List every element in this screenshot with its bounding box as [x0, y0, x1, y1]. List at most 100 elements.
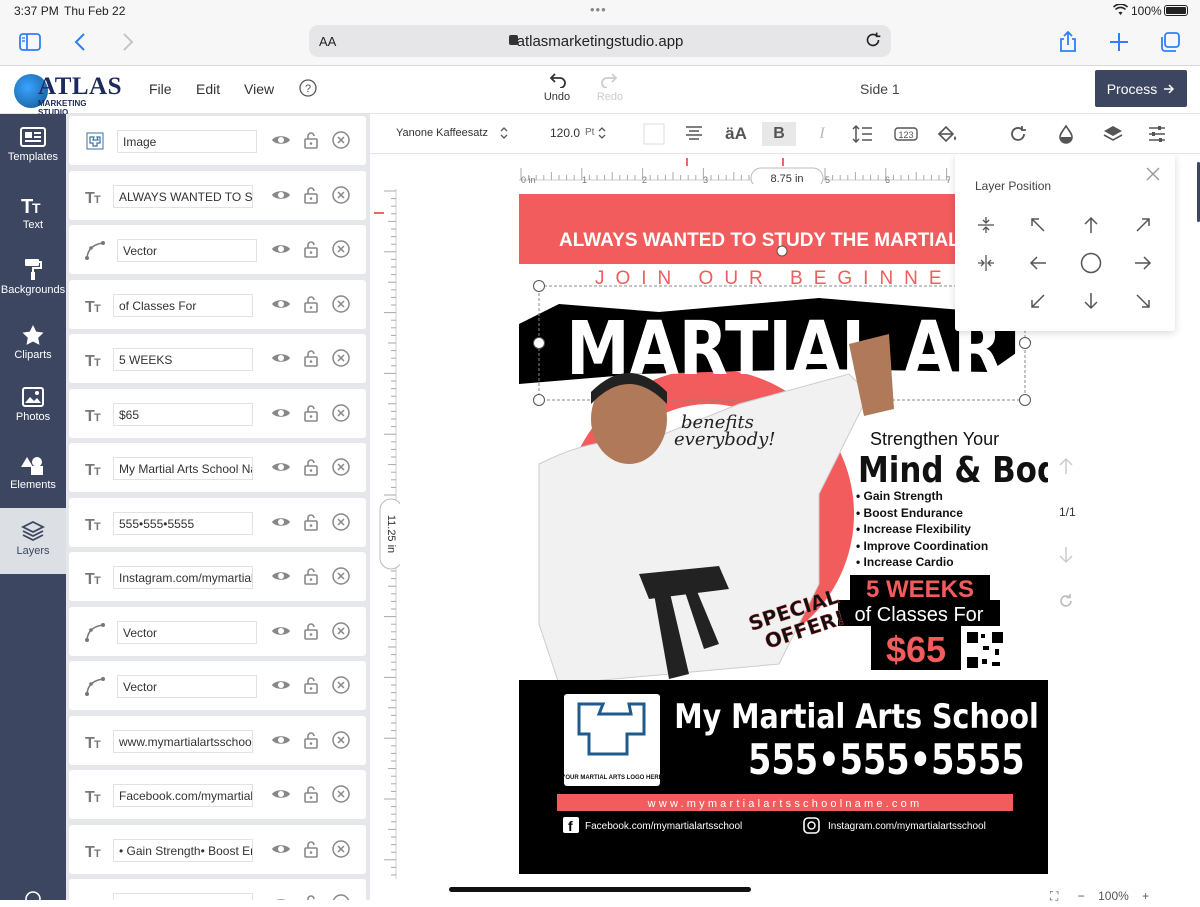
resize-handle[interactable] — [533, 394, 545, 406]
layer-row[interactable]: TT Facebook.com/mymartialartsschool — [69, 770, 366, 819]
visibility-eye-icon[interactable] — [271, 621, 291, 641]
visibility-eye-icon[interactable] — [271, 893, 291, 900]
lock-icon[interactable] — [301, 621, 321, 641]
sidebar-toggle-icon[interactable] — [18, 30, 42, 54]
join-text[interactable]: JOIN OUR BEGINNE — [595, 268, 953, 289]
resize-handle[interactable] — [533, 337, 545, 349]
resize-handle[interactable] — [1019, 394, 1031, 406]
arrow-down-left-icon[interactable] — [1024, 287, 1052, 315]
visibility-eye-icon[interactable] — [271, 130, 291, 150]
sidebar-item-layers[interactable]: Layers — [0, 508, 66, 574]
layer-row[interactable]: TT — [69, 879, 366, 900]
zoom-out-icon[interactable]: − — [1078, 889, 1085, 903]
lock-icon[interactable] — [301, 403, 321, 423]
home-indicator[interactable] — [449, 887, 751, 892]
help-icon[interactable]: ? — [299, 79, 317, 97]
back-icon[interactable] — [69, 30, 93, 54]
lock-icon[interactable] — [301, 457, 321, 477]
align-center-icon[interactable] — [682, 122, 706, 146]
font-family-select[interactable]: Yanone Kaffeesatz — [396, 127, 488, 139]
layer-row[interactable]: TT• Gain Strength• Boost Endurance — [69, 824, 366, 874]
arrow-left-icon[interactable] — [1024, 249, 1052, 277]
layer-name-input[interactable]: 555•555•5555 — [113, 511, 253, 535]
layer-order-icon[interactable] — [1101, 122, 1125, 146]
visibility-eye-icon[interactable] — [271, 512, 291, 532]
layer-name-input[interactable]: of Classes For — [113, 293, 253, 317]
layer-name-input[interactable]: $65 — [113, 402, 253, 426]
menu-edit[interactable]: Edit — [196, 81, 220, 97]
layer-row[interactable]: Vector — [69, 661, 366, 710]
lock-icon[interactable] — [301, 239, 321, 259]
delete-circle-x-icon[interactable] — [331, 675, 351, 695]
website-text[interactable]: www.mymartialartsschoolname.com — [647, 798, 923, 810]
lock-icon[interactable] — [301, 784, 321, 804]
arrow-up-right-icon[interactable] — [1129, 211, 1157, 239]
center-horizontal-icon[interactable] — [972, 249, 1000, 277]
delete-circle-x-icon[interactable] — [331, 239, 351, 259]
bullet-item[interactable]: • Boost Endurance — [856, 506, 963, 520]
price-text[interactable]: $65 — [886, 629, 946, 670]
layer-row[interactable]: TT 5 WEEKS — [69, 334, 366, 383]
banner-text[interactable]: ALWAYS WANTED TO STUDY THE MARTIAL A — [559, 230, 978, 251]
layer-row[interactable]: T T 555•555•5555 — [69, 497, 366, 547]
school-name-text[interactable]: My Martial Arts School Name — [674, 698, 1048, 737]
layer-name-input[interactable]: Vector — [117, 239, 257, 262]
layer-name-input[interactable]: 5 WEEKS — [113, 348, 253, 371]
arrow-up-left-icon[interactable] — [1024, 211, 1052, 239]
side-label[interactable]: Side 1 — [860, 81, 900, 97]
visibility-eye-icon[interactable] — [271, 784, 291, 804]
letter-spacing-icon[interactable]: 123 — [894, 122, 918, 146]
page-up-icon[interactable] — [1058, 457, 1074, 475]
lock-icon[interactable] — [301, 185, 321, 205]
delete-circle-x-icon[interactable] — [331, 566, 351, 586]
rotate-icon[interactable] — [1006, 122, 1030, 146]
fit-screen-icon[interactable]: ⛶ — [1050, 889, 1058, 903]
reload-icon[interactable] — [862, 29, 886, 53]
layer-name-input[interactable]: Vector — [117, 675, 257, 698]
sidebar-item-photos[interactable]: Photos — [0, 386, 66, 436]
strengthen-text[interactable]: Strengthen Your — [870, 429, 999, 449]
layer-row[interactable]: TT Instagram.com/mymartialartsschool — [69, 552, 366, 601]
bold-icon[interactable]: B — [762, 122, 796, 146]
multitask-dots-icon[interactable]: ••• — [590, 2, 607, 17]
zoom-controls[interactable]: ⛶ − 100% + — [1050, 889, 1149, 904]
delete-circle-x-icon[interactable] — [331, 130, 351, 150]
delete-circle-x-icon[interactable] — [331, 730, 351, 750]
undo-button[interactable]: Undo — [532, 72, 582, 103]
arrow-down-right-icon[interactable] — [1129, 287, 1157, 315]
redo-button[interactable]: Redo — [588, 72, 632, 103]
delete-circle-x-icon[interactable] — [331, 348, 351, 368]
sidebar-item-backgrounds[interactable]: Backgrounds — [0, 257, 66, 307]
layer-row[interactable]: T Tof Classes For — [69, 279, 366, 329]
lock-icon[interactable] — [301, 730, 321, 750]
lock-icon[interactable] — [301, 893, 321, 900]
visibility-eye-icon[interactable] — [271, 566, 291, 586]
zoom-in-icon[interactable]: + — [1142, 889, 1149, 903]
delete-circle-x-icon[interactable] — [331, 185, 351, 205]
address-bar[interactable]: AA atlasmarketingstudio.app — [309, 25, 891, 57]
bullet-item[interactable]: • Gain Strength — [856, 489, 943, 503]
delete-circle-x-icon[interactable] — [331, 294, 351, 314]
center-vertical-icon[interactable] — [972, 211, 1000, 239]
delete-circle-x-icon[interactable] — [331, 403, 351, 423]
delete-circle-x-icon[interactable] — [331, 621, 351, 641]
weeks-text[interactable]: 5 WEEKS — [866, 576, 974, 603]
forward-icon[interactable] — [115, 30, 139, 54]
lock-icon[interactable] — [301, 512, 321, 532]
delete-circle-x-icon[interactable] — [331, 839, 351, 859]
fill-bucket-icon[interactable] — [935, 122, 959, 146]
bullet-item[interactable]: • Improve Coordination — [856, 539, 988, 553]
visibility-eye-icon[interactable] — [271, 730, 291, 750]
layer-row[interactable]: TTALWAYS WANTED TO STUDY — [69, 170, 366, 220]
phone-text[interactable]: 555•555•5555 — [748, 735, 1025, 784]
delete-circle-x-icon[interactable] — [331, 457, 351, 477]
layer-row[interactable]: Vector — [69, 606, 366, 656]
facebook-text[interactable]: Facebook.com/mymartialartsschool — [585, 821, 742, 832]
tabs-overview-icon[interactable] — [1158, 30, 1182, 54]
bullet-item[interactable]: • Increase Cardio — [856, 555, 954, 569]
close-icon[interactable] — [1146, 167, 1160, 181]
layer-row[interactable]: T T $65 — [69, 388, 366, 438]
help-circle-icon[interactable] — [25, 891, 41, 907]
visibility-eye-icon[interactable] — [271, 239, 291, 259]
font-size-unit[interactable]: Pt — [585, 127, 594, 138]
